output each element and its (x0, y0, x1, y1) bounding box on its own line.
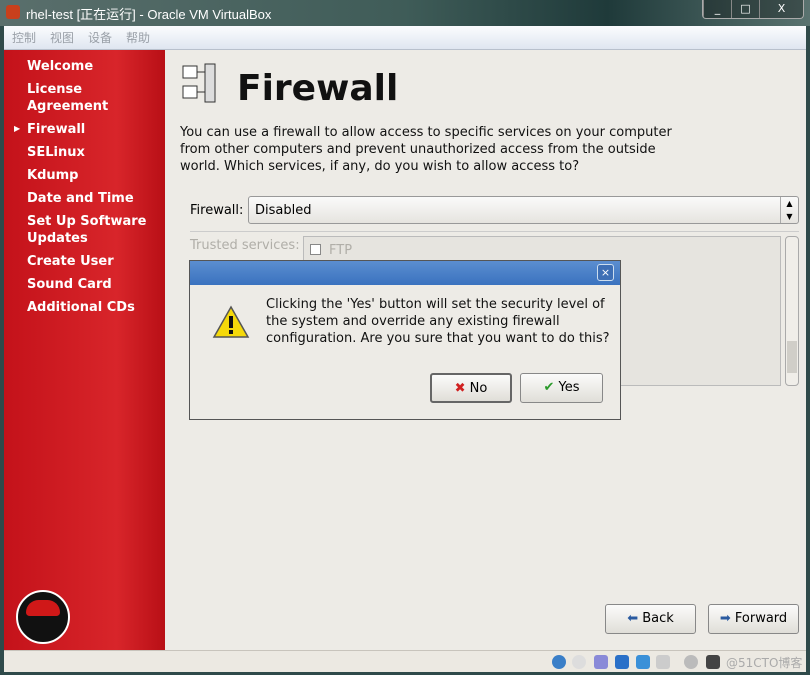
optical-drive-icon[interactable] (572, 655, 586, 669)
virtualbox-icon (6, 5, 20, 19)
spinner-arrows-icon: ▲ ▼ (780, 197, 798, 223)
sidebar-item-selinux: SELinux (27, 145, 85, 160)
forward-arrow-icon: ➡ (719, 611, 731, 626)
firewall-select-value: Disabled (255, 203, 312, 218)
sidebar-item-firewall: Firewall (27, 122, 86, 137)
watermark: @51CTO博客 (726, 656, 803, 670)
sidebar-item-kdump: Kdump (27, 168, 79, 183)
warning-icon (212, 305, 250, 338)
close-button[interactable]: X (759, 0, 803, 18)
no-x-icon: ✖ (454, 381, 466, 396)
forward-label: Forward (734, 611, 788, 626)
menu-control[interactable]: 控制 (12, 26, 36, 50)
sidebar-item-software-updates: Set Up Software Updates (27, 214, 147, 246)
dialog-titlebar: × (190, 261, 620, 285)
trusted-services-label: Trusted services: (190, 238, 300, 253)
no-button[interactable]: ✖ No (430, 373, 512, 403)
page-title: Firewall (237, 68, 399, 109)
divider (190, 231, 799, 232)
back-arrow-icon: ⬅ (627, 611, 639, 626)
menu-devices[interactable]: 设备 (88, 26, 112, 50)
capture-icon[interactable] (684, 655, 698, 669)
sidebar-item-additional-cds: Additional CDs (27, 300, 135, 315)
maximize-button[interactable]: □ (731, 0, 759, 18)
window-titlebar: rhel-test [正在运行] - Oracle VM VirtualBox … (0, 0, 810, 26)
redhat-logo (16, 590, 70, 644)
confirm-dialog: × Clicking the 'Yes' button will set the… (189, 260, 621, 420)
current-step-arrow-icon: ▶ (14, 124, 21, 133)
menu-bar: 控制 视图 设备 帮助 (4, 26, 806, 50)
scrollbar-thumb[interactable] (787, 341, 797, 373)
list-scrollbar[interactable] (785, 236, 799, 386)
ftp-checkbox[interactable] (310, 244, 321, 255)
back-label: Back (642, 611, 674, 626)
menu-view[interactable]: 视图 (50, 26, 74, 50)
dialog-message: Clicking the 'Yes' button will set the s… (266, 297, 610, 346)
page-description: You can use a firewall to allow access t… (180, 125, 672, 174)
firewall-icon (182, 63, 216, 103)
sidebar: Welcome License Agreement ▶ Firewall SEL… (4, 50, 165, 650)
back-button[interactable]: ⬅ Back (605, 604, 696, 634)
forward-button[interactable]: ➡ Forward (708, 604, 799, 634)
service-ftp[interactable]: FTP (310, 243, 352, 258)
network-icon[interactable] (615, 655, 629, 669)
menu-help[interactable]: 帮助 (126, 26, 150, 50)
usb-icon[interactable] (594, 655, 608, 669)
sidebar-item-create-user: Create User (27, 254, 114, 269)
yes-label: Yes (558, 380, 580, 395)
host-key-icon[interactable] (706, 655, 720, 669)
sidebar-item-date-time: Date and Time (27, 191, 134, 206)
sidebar-item-sound-card: Sound Card (27, 277, 112, 292)
yes-check-icon: ✔ (543, 380, 555, 395)
hard-disk-icon[interactable] (552, 655, 566, 669)
status-bar: @51CTO博客 (4, 650, 806, 672)
dialog-close-button[interactable]: × (597, 264, 614, 281)
firewall-select[interactable]: Disabled ▲ ▼ (248, 196, 799, 224)
service-label: FTP (329, 243, 353, 258)
window-title: rhel-test [正在运行] - Oracle VM VirtualBox (26, 7, 272, 22)
display-icon[interactable] (656, 655, 670, 669)
sidebar-item-license: License Agreement (27, 82, 109, 114)
no-label: No (469, 381, 488, 396)
sidebar-item-welcome: Welcome (27, 59, 94, 74)
firewall-label: Firewall: (190, 203, 244, 218)
shared-folders-icon[interactable] (636, 655, 650, 669)
minimize-button[interactable]: _ (703, 0, 731, 18)
yes-button[interactable]: ✔ Yes (520, 373, 603, 403)
